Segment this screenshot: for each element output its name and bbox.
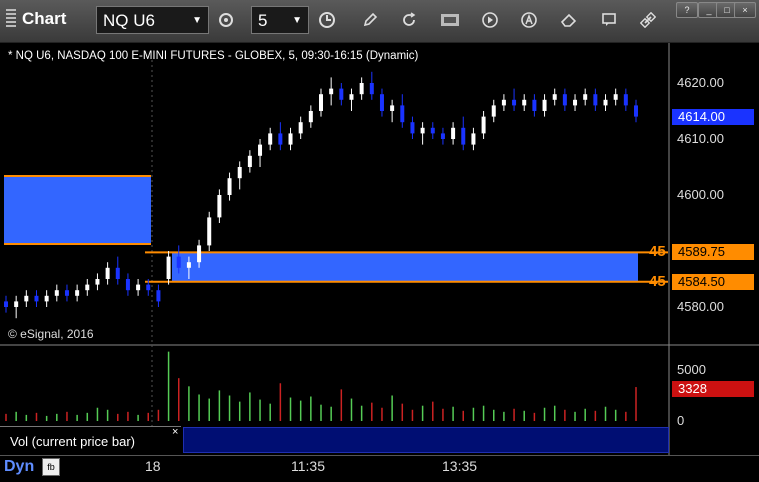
candle-body — [258, 144, 263, 156]
volume-study-label[interactable]: Vol (current price bar) — [0, 426, 181, 453]
time-axis — [0, 455, 759, 482]
candle-body — [634, 105, 638, 117]
candle-body — [390, 105, 395, 111]
candle-body — [75, 290, 80, 296]
candle-body — [268, 133, 273, 145]
candle-body — [217, 195, 222, 218]
candle-body — [501, 99, 506, 106]
candle-body — [14, 301, 19, 307]
candle-body — [400, 105, 405, 123]
candle-body — [237, 167, 242, 179]
candle-body — [166, 256, 171, 279]
time-label: 13:35 — [442, 458, 478, 474]
order-qty-label[interactable]: 45 — [649, 243, 666, 260]
price-chart[interactable] — [0, 0, 759, 481]
candle-body — [451, 127, 456, 139]
order-price-badge[interactable]: 4584.50 — [672, 274, 754, 290]
candle-body — [512, 99, 517, 106]
price-tick: 4600.00 — [677, 187, 724, 202]
candle-body — [410, 122, 415, 134]
candle-body — [24, 295, 29, 302]
volume-tick: 0 — [677, 413, 685, 428]
candle-body — [156, 290, 161, 302]
close-icon[interactable]: × — [172, 426, 178, 438]
price-tick: 4610.00 — [677, 131, 724, 146]
candle-body — [227, 178, 232, 195]
candle-body — [247, 155, 252, 167]
candle-body — [430, 127, 435, 134]
candle-body — [420, 127, 425, 134]
candle-body — [562, 94, 567, 106]
candle-body — [34, 295, 39, 302]
candle-body — [491, 105, 496, 117]
time-label: 11:35 — [291, 458, 325, 474]
candle-body — [146, 284, 151, 291]
candle-body — [288, 133, 293, 145]
instrument-label: * NQ U6, NASDAQ 100 E-MINI FUTURES - GLO… — [8, 50, 419, 62]
candle-body — [359, 83, 364, 95]
candle-body — [207, 217, 212, 246]
candle-body — [95, 279, 100, 285]
candle-body — [603, 99, 608, 106]
candle-body — [197, 245, 202, 263]
candle-body — [308, 111, 313, 123]
order-qty-label[interactable]: 45 — [649, 273, 666, 290]
candle-body — [64, 290, 69, 296]
last-price-badge: 4614.00 — [672, 109, 754, 125]
order-price-badge[interactable]: 4589.75 — [672, 244, 754, 260]
dynamic-mode-label[interactable]: Dyn — [4, 458, 34, 476]
candle-body — [329, 88, 334, 95]
candle-body — [176, 256, 181, 268]
candle-body — [339, 88, 344, 100]
candle-body — [542, 99, 547, 111]
candle-body — [573, 99, 578, 106]
candle-body — [593, 94, 598, 106]
candle-body — [115, 267, 120, 279]
candle-body — [369, 83, 374, 95]
prior-zone — [4, 176, 151, 244]
candle-body — [379, 94, 384, 111]
price-tick: 4620.00 — [677, 75, 724, 90]
candle-body — [461, 127, 466, 145]
candle-body — [85, 284, 90, 291]
copyright-text: © eSignal, 2016 — [8, 327, 94, 341]
volume-tick: 5000 — [677, 362, 706, 377]
candle-body — [125, 279, 130, 291]
candle-body — [623, 94, 628, 106]
candle-body — [522, 99, 527, 106]
candle-body — [105, 267, 110, 279]
candle-body — [471, 133, 476, 145]
volume-current-badge: 3328 — [672, 381, 754, 397]
study-panel-strip[interactable] — [183, 427, 669, 453]
candle-body — [278, 133, 283, 145]
candle-body — [186, 262, 191, 268]
candle-body — [54, 290, 59, 296]
candle-body — [481, 116, 486, 134]
candle-body — [532, 99, 537, 111]
order-zone — [172, 252, 638, 282]
candle-body — [349, 94, 354, 100]
candle-body — [44, 295, 49, 302]
candle-body — [440, 133, 445, 139]
candle-body — [136, 284, 141, 291]
price-tick: 4580.00 — [677, 299, 724, 314]
lock-icon[interactable]: fb — [42, 458, 60, 476]
time-label: 18 — [145, 458, 161, 474]
candle-body — [319, 94, 323, 111]
candle-body — [552, 94, 557, 100]
candle-body — [613, 94, 618, 100]
candle-body — [298, 122, 303, 134]
candle-body — [4, 301, 8, 307]
candle-body — [583, 94, 588, 100]
